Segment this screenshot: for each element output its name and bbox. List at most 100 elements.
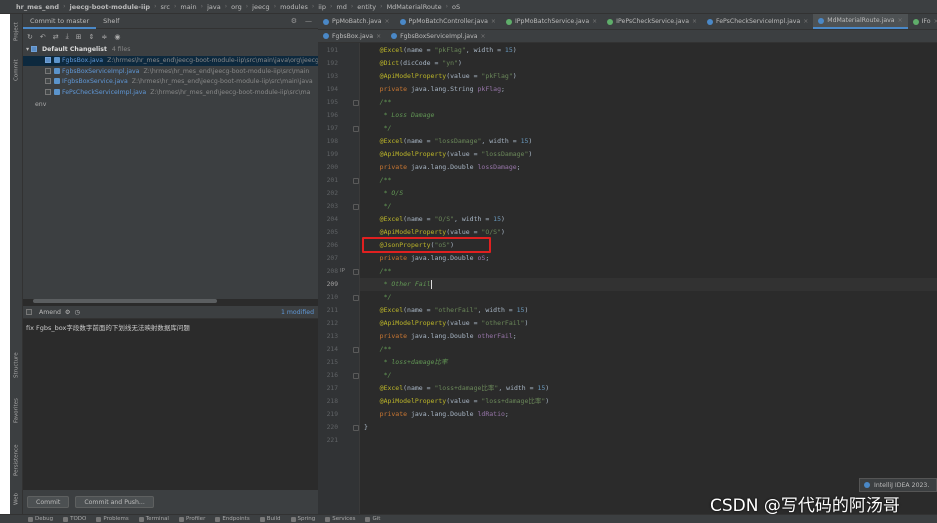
fold-marker[interactable] xyxy=(353,268,359,275)
fold-marker[interactable] xyxy=(353,346,359,353)
changed-file-row[interactable]: FePsCheckServiceImpl.java Z:\hrmes\hr_mes… xyxy=(23,88,318,98)
file-checkbox[interactable] xyxy=(45,78,51,84)
changelist-row[interactable]: ▾ Default Changelist 4 files xyxy=(23,45,318,55)
code-line[interactable]: private java.lang.Double ldRatio; xyxy=(360,408,937,421)
close-icon[interactable]: × xyxy=(934,18,937,25)
code-line[interactable]: @ApiModelProperty(value = "lossDamage") xyxy=(360,148,937,161)
changed-file-row[interactable]: IFgbsBoxService.java Z:\hrmes\hr_mes_end\… xyxy=(23,77,318,87)
close-icon[interactable]: × xyxy=(481,33,486,40)
code-line[interactable]: * Loss Damage xyxy=(360,109,937,122)
code-line[interactable]: @Excel(name = "lossDamage", width = 15) xyxy=(360,135,937,148)
gear-icon[interactable]: ⚙ xyxy=(291,17,297,25)
breadcrumb-item[interactable]: main xyxy=(180,3,196,11)
fold-marker[interactable] xyxy=(353,424,359,431)
breadcrumb-item[interactable]: org xyxy=(231,3,242,11)
persistence-tool-tab[interactable]: Persistence xyxy=(10,436,23,484)
editor-tab[interactable]: FgbsBox.java × xyxy=(318,30,386,42)
code-line[interactable]: /** xyxy=(360,343,937,356)
code-line[interactable]: /** xyxy=(360,96,937,109)
fold-marker[interactable] xyxy=(353,372,359,379)
bottom-tool-terminal[interactable]: Terminal xyxy=(138,516,169,522)
close-icon[interactable]: × xyxy=(592,18,597,25)
fold-marker[interactable] xyxy=(353,203,359,210)
tab-shelf[interactable]: Shelf xyxy=(96,14,126,29)
favorites-tool-tab[interactable]: Favorites xyxy=(10,390,23,432)
horizontal-scrollbar[interactable] xyxy=(33,299,217,303)
breadcrumb-item[interactable]: java xyxy=(207,3,221,11)
code-line[interactable]: private java.lang.Double lossDamage; xyxy=(360,161,937,174)
rollback-icon[interactable]: ↶ xyxy=(40,33,46,41)
code-line[interactable]: * loss+damage比率 xyxy=(360,356,937,369)
fold-marker[interactable] xyxy=(353,177,359,184)
collapse-all-icon[interactable]: ≑ xyxy=(101,33,107,41)
breadcrumb-item[interactable]: entity xyxy=(357,3,376,11)
editor-tab[interactable]: FePsCheckServiceImpl.java × xyxy=(702,14,813,29)
editor-tab[interactable]: PpMoBatchController.java × xyxy=(395,14,501,29)
code-line[interactable]: /** xyxy=(360,265,937,278)
code-line[interactable]: * O/S xyxy=(360,187,937,200)
ide-notification[interactable]: IntelliJ IDEA 2023. xyxy=(859,478,937,492)
changelist-checkbox[interactable] xyxy=(31,46,38,52)
eye-icon[interactable]: ◉ xyxy=(114,33,120,41)
chevron-down-icon[interactable]: ▾ xyxy=(26,46,29,53)
breadcrumb-item[interactable]: modules xyxy=(280,3,308,11)
tab-commit-to-master[interactable]: Commit to master xyxy=(23,14,97,29)
fold-marker[interactable] xyxy=(353,294,359,301)
minimize-icon[interactable]: — xyxy=(305,17,312,25)
modified-count[interactable]: 1 modified xyxy=(281,309,318,316)
code-line[interactable]: @Excel(name = "O/S", width = 15) xyxy=(360,213,937,226)
code-line[interactable]: private java.lang.Double oS; xyxy=(360,252,937,265)
download-icon[interactable]: ⤓ xyxy=(66,32,69,41)
commit-message-input[interactable]: fix Fgbs_box字段数字前面的下划线无法映射数据库问题 xyxy=(23,318,318,490)
code-line[interactable]: */ xyxy=(360,122,937,135)
bottom-tool-debug[interactable]: Debug xyxy=(28,516,53,522)
code-line[interactable]: private java.lang.String pkFlag; xyxy=(360,83,937,96)
code-line[interactable]: /** xyxy=(360,174,937,187)
code-line[interactable]: @ApiModelProperty(value = "pkFlag") xyxy=(360,70,937,83)
bottom-tool-build[interactable]: Build xyxy=(259,516,281,522)
changed-file-row[interactable]: FgbsBoxServiceImpl.java Z:\hrmes\hr_mes_e… xyxy=(23,67,318,77)
breadcrumb-item[interactable]: jeecg xyxy=(252,3,270,11)
code-line[interactable]: } xyxy=(360,421,937,434)
code-line[interactable] xyxy=(360,434,937,447)
code-line[interactable]: @Excel(name = "otherFail", width = 15) xyxy=(360,304,937,317)
commit-button[interactable]: Commit xyxy=(27,496,70,508)
web-tool-tab[interactable]: Web xyxy=(10,488,23,510)
breadcrumb-item[interactable]: md xyxy=(336,3,346,11)
breadcrumb-item[interactable]: hr_mes_end xyxy=(16,3,59,11)
group-icon[interactable]: ⊞ xyxy=(76,33,82,41)
commit-and-push-button[interactable]: Commit and Push... xyxy=(75,496,154,508)
history-icon[interactable]: ◷ xyxy=(74,309,79,316)
file-checkbox[interactable] xyxy=(45,57,51,63)
close-icon[interactable]: × xyxy=(385,18,390,25)
breadcrumb-item[interactable]: MdMaterialRoute xyxy=(387,3,442,11)
editor-tab[interactable]: IPePsCheckService.java × xyxy=(602,14,702,29)
diff-icon[interactable]: ⇄ xyxy=(53,33,59,41)
editor-tab[interactable]: PpMoBatch.java × xyxy=(318,14,395,29)
project-tool-tab[interactable]: Project xyxy=(10,16,23,48)
code-line[interactable]: @Dict(dicCode = "yn") xyxy=(360,57,937,70)
bottom-tool-spring[interactable]: Spring xyxy=(290,516,315,522)
fold-marker[interactable] xyxy=(353,99,359,106)
code-line[interactable]: @ApiModelProperty(value = "loss+damage比率… xyxy=(360,395,937,408)
close-icon[interactable]: × xyxy=(692,18,697,25)
close-icon[interactable]: × xyxy=(376,33,381,40)
code-editor[interactable]: @Excel(name = "pkFlag", width = 15) @Dic… xyxy=(360,43,937,514)
breadcrumb-item[interactable]: oS xyxy=(452,3,460,11)
breadcrumb-item[interactable]: iip xyxy=(318,3,326,11)
code-line[interactable]: @ApiModelProperty(value = "otherFail") xyxy=(360,317,937,330)
breadcrumb-item[interactable]: jeecg-boot-module-iip xyxy=(69,3,150,11)
refresh-icon[interactable]: ↻ xyxy=(27,33,33,41)
code-line[interactable]: @Excel(name = "loss+damage比率", width = 1… xyxy=(360,382,937,395)
code-line[interactable]: */ xyxy=(360,369,937,382)
file-checkbox[interactable] xyxy=(45,88,51,95)
editor-tab[interactable]: MdMaterialRoute.java × xyxy=(813,14,908,29)
breadcrumb-item[interactable]: src xyxy=(161,3,171,11)
code-line[interactable]: * Other Fail xyxy=(360,278,937,291)
code-line[interactable]: */ xyxy=(360,200,937,213)
editor-tab[interactable]: FgbsBoxServiceImpl.java × xyxy=(386,30,490,42)
bottom-tool-profiler[interactable]: Profiler xyxy=(178,516,205,522)
editor-tab[interactable]: IFo× xyxy=(908,14,937,29)
close-icon[interactable]: × xyxy=(803,18,808,25)
fold-marker[interactable] xyxy=(353,125,359,132)
